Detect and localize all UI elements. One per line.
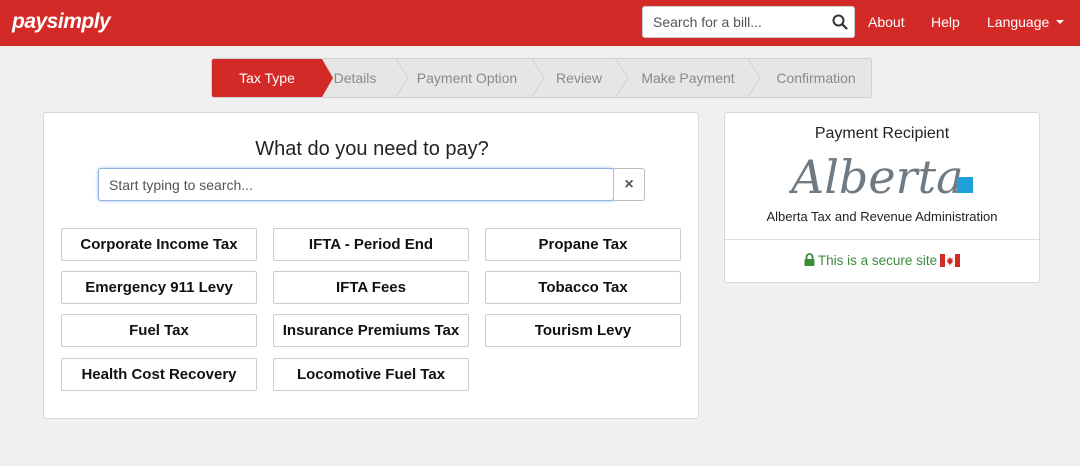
alberta-logo: Alberta (789, 150, 973, 203)
step-details: Details (333, 70, 377, 86)
caret-down-icon (1056, 20, 1065, 24)
chevron-separator-icon (531, 59, 545, 97)
tax-option-button[interactable]: Corporate Income Tax (61, 228, 257, 261)
recipient-heading: Payment Recipient (814, 125, 950, 142)
nav-about-link[interactable]: About (868, 14, 905, 30)
tax-option-button[interactable]: Propane Tax (485, 228, 681, 261)
payment-recipient-panel: Payment Recipient Alberta Alberta Tax an… (724, 112, 1040, 283)
language-label: Language (987, 14, 1050, 30)
divider (725, 239, 1039, 240)
tax-option-button[interactable]: Tourism Levy (485, 314, 681, 347)
nav-help-link[interactable]: Help (931, 14, 960, 30)
step-make-payment: Make Payment (641, 70, 735, 86)
tax-search-input[interactable] (99, 169, 613, 200)
tax-search-box (98, 168, 614, 201)
progress-steps: Tax Type Details Payment Option Review M… (211, 58, 872, 98)
canada-flag-icon (940, 254, 961, 267)
panel-title: What do you need to pay? (255, 138, 489, 160)
bill-search-box (642, 6, 855, 38)
chevron-separator-icon (747, 59, 761, 97)
tax-option-button[interactable]: Health Cost Recovery (61, 358, 257, 391)
close-icon: × (624, 176, 634, 193)
secure-site-text: This is a secure site (817, 253, 938, 268)
step-review: Review (556, 70, 602, 86)
step-confirmation: Confirmation (776, 70, 856, 86)
language-dropdown[interactable]: Language (987, 14, 1065, 30)
chevron-separator-icon (615, 59, 629, 97)
tax-option-button[interactable]: Fuel Tax (61, 314, 257, 347)
tax-option-button[interactable]: Tobacco Tax (485, 271, 681, 304)
top-navbar: paysimply About Help Language (0, 0, 1080, 46)
step-label: Tax Type (212, 59, 322, 97)
tax-option-button[interactable]: Locomotive Fuel Tax (273, 358, 469, 391)
step-payment-option: Payment Option (416, 70, 518, 86)
clear-search-button[interactable]: × (613, 168, 645, 201)
search-icon[interactable] (832, 14, 848, 30)
tax-option-button[interactable]: IFTA - Period End (273, 228, 469, 261)
tax-option-button[interactable]: IFTA Fees (273, 271, 469, 304)
tax-option-button[interactable]: Emergency 911 Levy (61, 271, 257, 304)
tax-option-button[interactable]: Insurance Premiums Tax (273, 314, 469, 347)
step-tax-type[interactable]: Tax Type (212, 59, 333, 97)
chevron-separator-icon (395, 59, 409, 97)
lock-icon (804, 253, 815, 266)
secure-site-notice: This is a secure site (725, 253, 1039, 268)
bill-search-input[interactable] (643, 7, 823, 37)
alberta-logo-text: Alberta (789, 150, 964, 203)
paysimply-logo[interactable]: paysimply (12, 10, 111, 34)
recipient-name: Alberta Tax and Revenue Administration (766, 209, 998, 224)
tax-type-panel: What do you need to pay? × Corporate Inc… (43, 112, 699, 419)
